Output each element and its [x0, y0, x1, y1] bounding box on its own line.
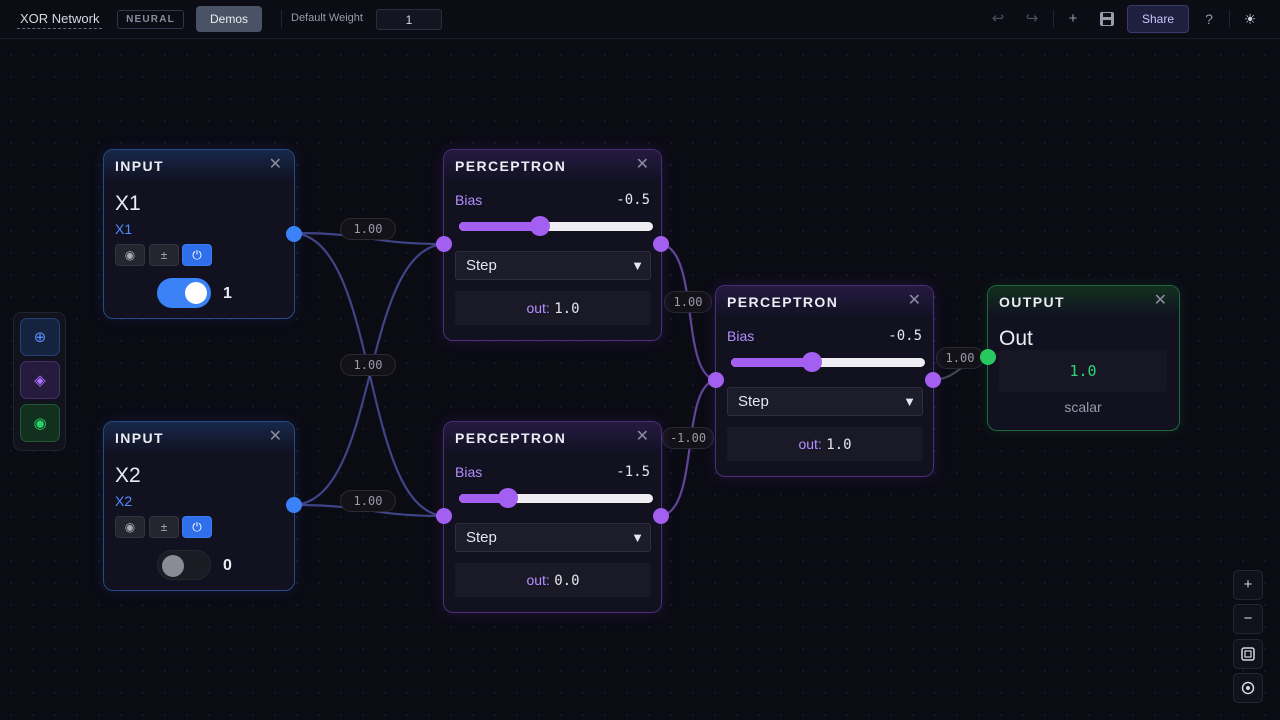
wire-weight-label[interactable]: 1.00 — [936, 347, 984, 369]
slider-fill — [731, 358, 812, 367]
node-title: INPUT — [115, 430, 164, 446]
input-port[interactable] — [436, 508, 452, 524]
node-title: OUTPUT — [999, 294, 1065, 310]
wire-weight-label[interactable]: 1.00 — [340, 354, 396, 376]
out-label: out: — [526, 572, 550, 588]
output-port[interactable] — [286, 226, 302, 242]
bias-slider[interactable] — [459, 488, 653, 508]
bias-slider[interactable] — [459, 216, 653, 236]
node-title: INPUT — [115, 158, 164, 174]
bias-value: -0.5 — [616, 192, 650, 208]
out-value: 1.0 — [826, 437, 852, 453]
perceptron-node-1[interactable]: PERCEPTRON ✕ Bias -0.5 Step ▼ out: 1.0 — [443, 149, 662, 341]
close-icon[interactable]: ✕ — [269, 428, 282, 446]
close-icon[interactable]: ✕ — [1154, 292, 1167, 310]
bias-label: Bias — [455, 464, 483, 480]
output-port[interactable] — [653, 508, 669, 524]
power-icon[interactable]: ⏻ — [182, 244, 212, 266]
output-display: out: 1.0 — [727, 427, 923, 461]
activation-value: Step — [738, 393, 769, 410]
wire-weight-label[interactable]: -1.00 — [662, 427, 714, 449]
close-icon[interactable]: ✕ — [636, 428, 649, 446]
chevron-down-icon: ▼ — [903, 394, 916, 409]
input-name: X2 — [115, 464, 141, 487]
out-value: 1.0 — [554, 301, 580, 317]
output-port[interactable] — [286, 497, 302, 513]
value-toggle[interactable] — [157, 278, 211, 308]
value-toggle[interactable] — [157, 550, 211, 580]
close-icon[interactable]: ✕ — [908, 292, 921, 310]
wire-weight-label[interactable]: 1.00 — [664, 291, 712, 313]
output-display: out: 0.0 — [455, 563, 651, 597]
power-icon[interactable]: ⏻ — [182, 516, 212, 538]
input-label[interactable]: X2 — [115, 493, 132, 509]
center-icon[interactable] — [1233, 673, 1263, 703]
output-value: 1.0 — [999, 350, 1167, 392]
activation-value: Step — [466, 529, 497, 546]
activation-select[interactable]: Step ▼ — [727, 387, 923, 416]
input-port[interactable] — [436, 236, 452, 252]
output-port[interactable] — [925, 372, 941, 388]
close-icon[interactable]: ✕ — [636, 156, 649, 174]
out-value: 0.0 — [554, 573, 580, 589]
bias-label: Bias — [455, 192, 483, 208]
input-node-x2[interactable]: INPUT ✕ X2 X2 ◉ ± ⏻ 0 — [103, 421, 295, 591]
plus-minus-icon[interactable]: ± — [149, 516, 179, 538]
output-port[interactable] — [653, 236, 669, 252]
zoom-in-icon[interactable]: + — [1233, 570, 1263, 600]
bias-label: Bias — [727, 328, 755, 344]
input-value: 0 — [223, 557, 232, 574]
slider-thumb[interactable] — [497, 488, 518, 508]
bias-slider[interactable] — [731, 352, 925, 372]
node-title: PERCEPTRON — [455, 158, 567, 174]
activation-select[interactable]: Step ▼ — [455, 251, 651, 280]
bias-value: -0.5 — [888, 328, 922, 344]
plus-minus-icon[interactable]: ± — [149, 244, 179, 266]
node-title: PERCEPTRON — [727, 294, 839, 310]
perceptron-node-3[interactable]: PERCEPTRON ✕ Bias -0.5 Step ▼ out: 1.0 — [715, 285, 934, 477]
output-name: Out — [999, 327, 1033, 350]
activation-value: Step — [466, 257, 497, 274]
toggle-knob — [162, 555, 184, 577]
input-port[interactable] — [708, 372, 724, 388]
input-value: 1 — [223, 285, 232, 302]
chevron-down-icon: ▼ — [631, 530, 644, 545]
output-node[interactable]: OUTPUT ✕ Out 1.0 scalar — [987, 285, 1180, 431]
slider-thumb[interactable] — [801, 352, 822, 372]
activation-select[interactable]: Step ▼ — [455, 523, 651, 552]
output-display: out: 1.0 — [455, 291, 651, 325]
input-name: X1 — [115, 192, 141, 215]
input-label[interactable]: X1 — [115, 221, 132, 237]
chevron-down-icon: ▼ — [631, 258, 644, 273]
node-title: PERCEPTRON — [455, 430, 567, 446]
zoom-out-icon[interactable]: − — [1233, 604, 1263, 634]
record-icon[interactable]: ◉ — [115, 516, 145, 538]
fit-view-icon[interactable] — [1233, 639, 1263, 669]
output-type: scalar — [1064, 399, 1102, 415]
close-icon[interactable]: ✕ — [269, 156, 282, 174]
slider-fill — [459, 222, 540, 231]
perceptron-node-2[interactable]: PERCEPTRON ✕ Bias -1.5 Step ▼ out: 0.0 — [443, 421, 662, 613]
record-icon[interactable]: ◉ — [115, 244, 145, 266]
input-node-x1[interactable]: INPUT ✕ X1 X1 ◉ ± ⏻ 1 — [103, 149, 295, 319]
toggle-knob — [185, 282, 207, 304]
input-port[interactable] — [980, 349, 996, 365]
slider-thumb[interactable] — [529, 216, 550, 236]
out-label: out: — [526, 300, 550, 316]
bias-value: -1.5 — [616, 464, 650, 480]
out-label: out: — [798, 436, 822, 452]
wire-weight-label[interactable]: 1.00 — [340, 490, 396, 512]
wire-weight-label[interactable]: 1.00 — [340, 218, 396, 240]
